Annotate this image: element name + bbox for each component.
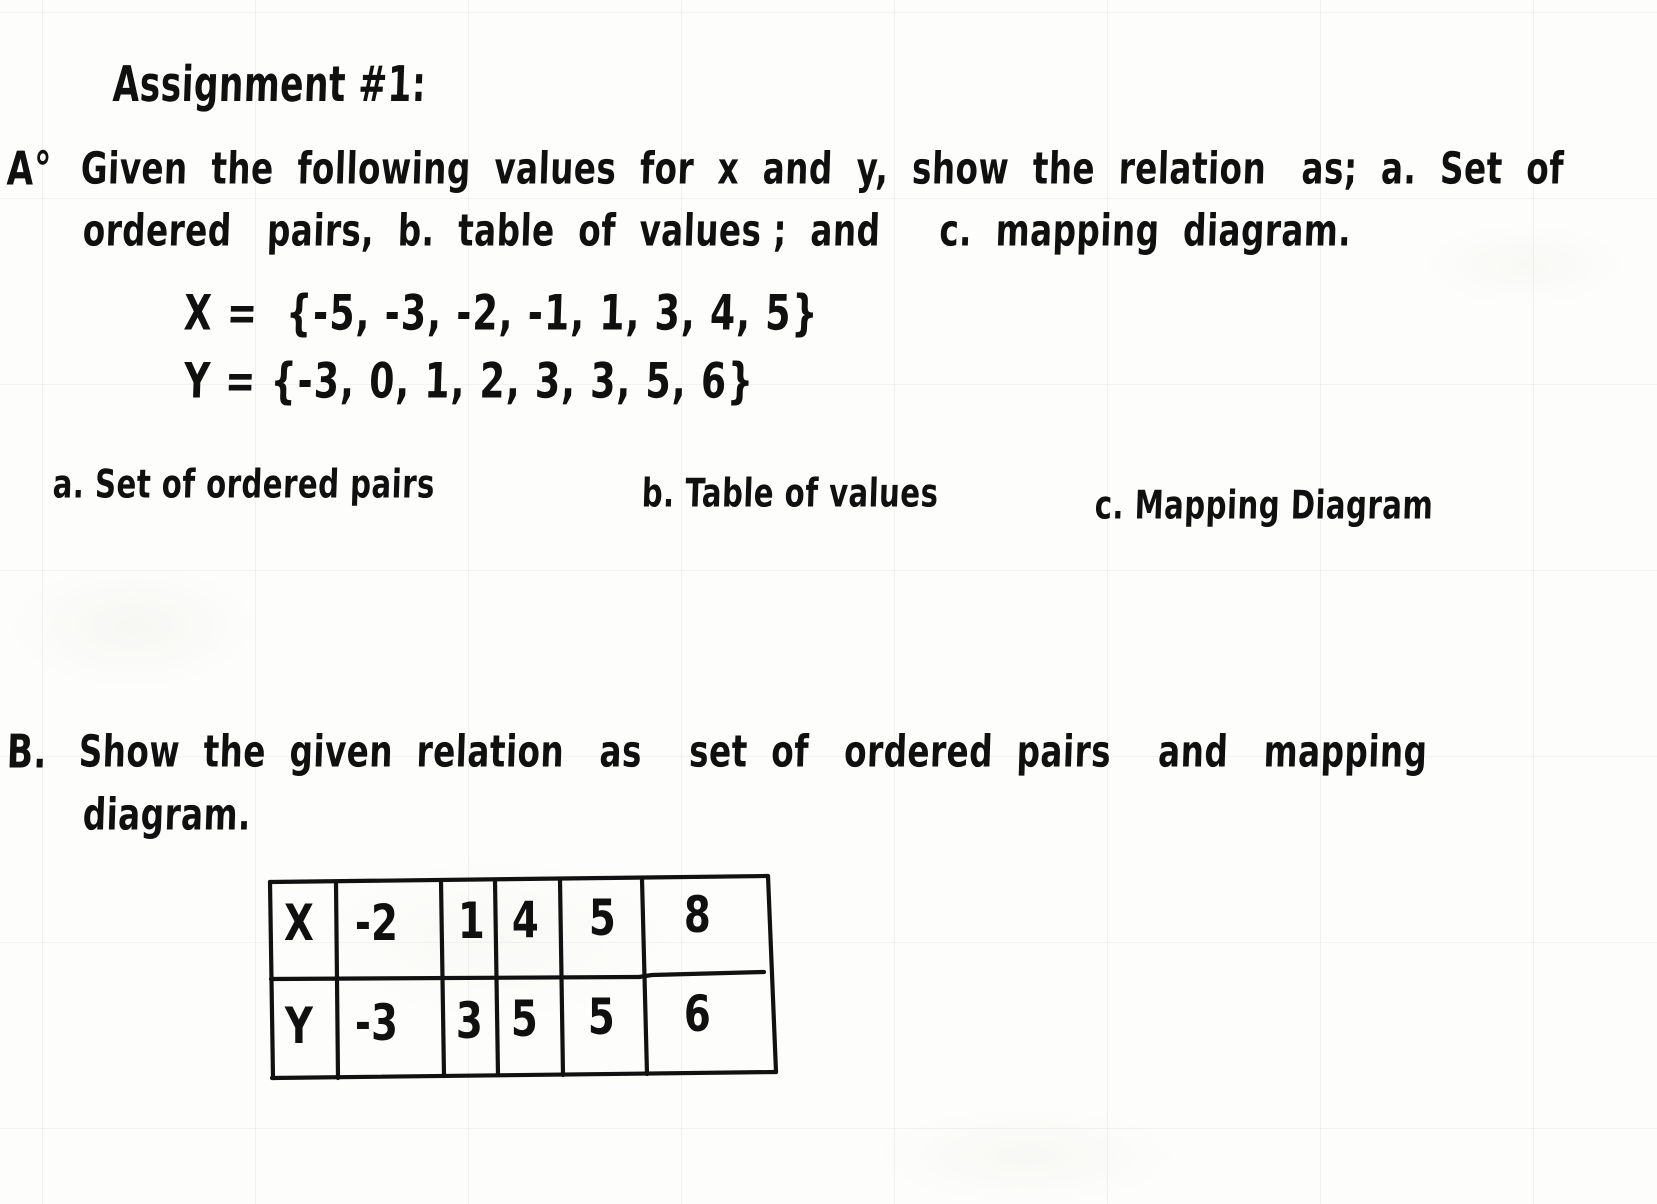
table-col-sep-3 [492,878,501,1078]
table-border-top [267,873,771,885]
table-row-1-cell-3: 4 [511,891,539,950]
section-b-marker: B. [6,725,48,779]
table-row-1-cell-1: -2 [354,894,398,953]
table-row-2-header: Y [284,997,313,1056]
values-table: X -2 1 4 5 8 Y -3 3 5 5 6 [264,872,779,1082]
table-row-2-cell-3: 5 [510,990,538,1049]
table-col-sep-5 [639,876,650,1077]
table-border-bottom [269,1069,779,1081]
section-a-marker: A° [6,142,53,196]
table-row-2-cell-5: 6 [683,985,711,1044]
section-b-instruction-line-1: Show the given relation as set of ordere… [78,725,1429,777]
subpart-a-label: a. Set of ordered pairs [52,461,436,508]
table-rule-middle [268,969,767,982]
subpart-b-label: b. Table of values [641,470,940,517]
table-col-sep-4 [557,877,566,1078]
y-set-equation: Y = {-3, 0, 1, 2, 3, 3, 5, 6} [183,352,756,409]
table-row-1-cell-2: 1 [457,892,485,951]
table-row-1-cell-4: 5 [588,889,616,948]
subpart-c-label: c. Mapping Diagram [1094,482,1435,529]
page-title: Assignment #1: [111,55,428,113]
table-row-1-header: X [284,894,314,953]
table-row-2-cell-4: 5 [587,988,615,1047]
section-a-instruction-line-2: ordered pairs, b. table of values ; and … [82,204,1353,256]
section-b-instruction-line-2: diagram. [82,788,252,840]
table-row-1-cell-5: 8 [683,886,711,945]
table-row-2-cell-2: 3 [455,992,483,1051]
table-col-sep-1 [333,880,341,1081]
table-col-sep-2 [438,878,447,1079]
x-set-equation: X = {-5, -3, -2, -1, 1, 3, 4, 5} [183,284,820,341]
worksheet-page: Assignment #1: A° Given the following va… [0,0,1657,1204]
table-border-right [765,873,779,1075]
section-a-instruction-line-1: Given the following values for x and y, … [80,142,1565,194]
table-row-2-cell-1: -3 [354,994,398,1053]
